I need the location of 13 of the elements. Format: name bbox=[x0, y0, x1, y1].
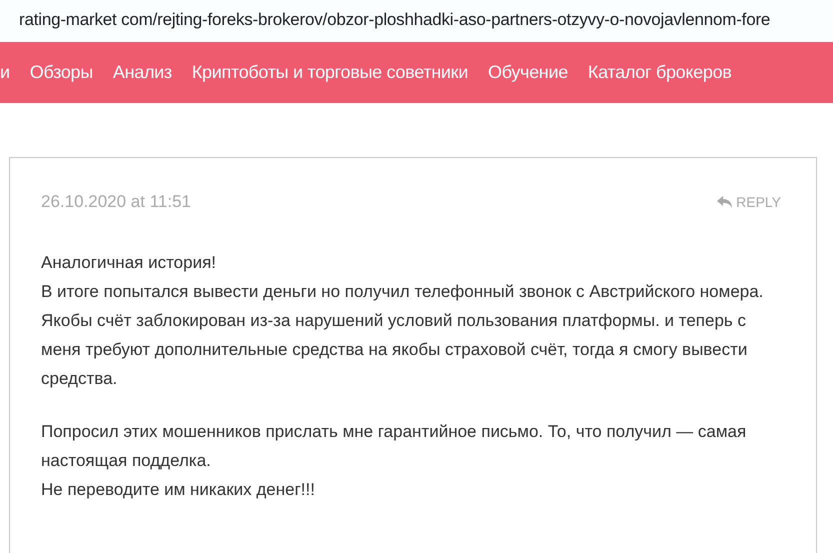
nav-link[interactable]: Обзоры bbox=[30, 62, 93, 83]
nav-link[interactable]: Анализ bbox=[112, 62, 172, 83]
reply-button[interactable]: REPLY bbox=[717, 194, 781, 210]
reply-icon bbox=[717, 196, 734, 208]
nav-link[interactable]: Криптоботы и торговые советники bbox=[192, 62, 468, 83]
comment-text: В итоге попытался вывести деньги но получил телефонный звонок с Австрийского номера. Якобы счёт заблокирован из-за нарушений условий пользования платформы. и теперь с меня требуют дополнительные средства на якобы страховой счёт, тогда я смогу вывести средства. bbox=[41, 281, 764, 390]
nav-link[interactable]: Каталог брокеров bbox=[588, 62, 732, 83]
nav-link[interactable]: Обучение bbox=[488, 62, 568, 83]
comment-date: 26.10.2020 at 11:51 bbox=[41, 192, 191, 212]
nav-link[interactable]: и bbox=[0, 62, 10, 83]
comment-text: Попросил этих мошенников прислать мне гарантийное письмо. То, что получил — самая настоящая подделка. bbox=[41, 421, 748, 472]
comment-text: Не переводите им никаких денег!!! bbox=[41, 479, 316, 501]
comment-text: Аналогичная история! bbox=[41, 252, 217, 274]
